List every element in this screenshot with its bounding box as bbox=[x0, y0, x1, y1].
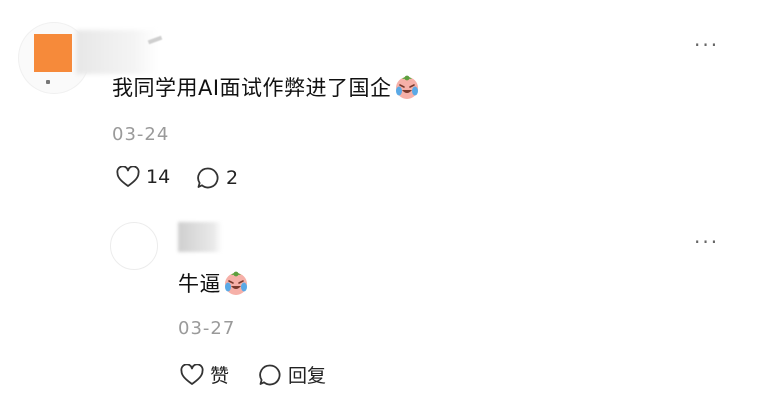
avatar-image bbox=[34, 34, 72, 72]
reply-body: 牛逼 bbox=[178, 270, 249, 298]
like-label: 赞 bbox=[210, 365, 230, 387]
reply-text: 牛逼 bbox=[178, 272, 221, 296]
speech-bubble-icon bbox=[259, 364, 281, 385]
crying-laughing-face-icon bbox=[395, 75, 418, 99]
like-count: 14 bbox=[146, 166, 171, 188]
reply-label: 回复 bbox=[288, 365, 327, 387]
commenter-name-redacted bbox=[76, 30, 158, 74]
heart-outline-icon bbox=[180, 363, 204, 385]
reply-count: 2 bbox=[226, 167, 239, 189]
heart-outline-icon bbox=[116, 166, 140, 187]
more-options-icon: ··· bbox=[694, 33, 720, 57]
crying-laughing-face-icon bbox=[225, 271, 247, 295]
replier-avatar[interactable] bbox=[110, 222, 158, 270]
comment-text: 我同学用AI面试作弊进了国企 bbox=[112, 76, 392, 100]
reply-reply-button[interactable]: 回复 bbox=[258, 361, 326, 388]
comment-body: 我同学用AI面试作弊进了国企 bbox=[112, 74, 420, 102]
avatar-mark bbox=[46, 80, 50, 84]
reply-date: 03-27 bbox=[178, 318, 236, 339]
more-options-icon: ··· bbox=[694, 230, 720, 254]
reply-more-options-button[interactable]: ··· bbox=[694, 232, 719, 252]
comment-reply-button[interactable]: 2 bbox=[196, 166, 238, 190]
comment-like-button[interactable]: 14 bbox=[116, 166, 170, 188]
more-options-button[interactable]: ··· bbox=[694, 35, 719, 55]
replier-name-redacted bbox=[178, 222, 222, 252]
speech-bubble-icon bbox=[197, 167, 219, 189]
comment-date: 03-24 bbox=[112, 124, 170, 145]
reply-like-button[interactable]: 赞 bbox=[180, 361, 229, 388]
